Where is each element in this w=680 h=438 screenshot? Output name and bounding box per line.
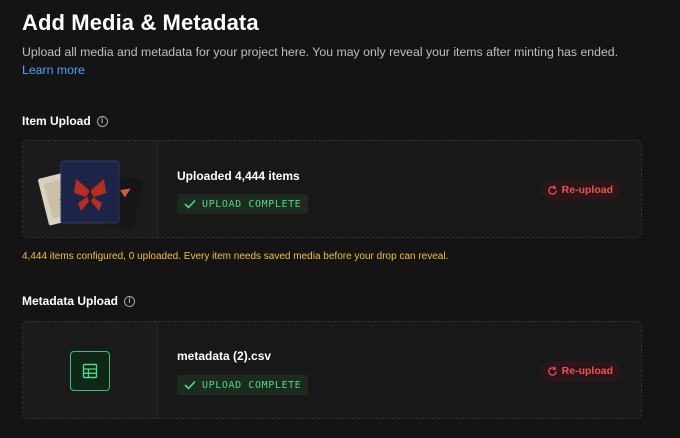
check-icon: [184, 380, 196, 390]
metadata-status-text: UPLOAD COMPLETE: [202, 379, 302, 391]
refresh-icon: [547, 185, 557, 195]
page-description: Upload all media and metadata for your p…: [22, 43, 642, 79]
description-text: Upload all media and metadata for your p…: [22, 45, 619, 59]
metadata-filename: metadata (2).csv: [177, 349, 272, 363]
info-icon[interactable]: i: [96, 115, 108, 127]
upload-warning-text: 4,444 items configured, 0 uploaded. Ever…: [22, 251, 449, 262]
metadata-upload-heading: Metadata Upload i: [22, 294, 136, 308]
metadata-status-badge: UPLOAD COMPLETE: [177, 375, 309, 395]
info-icon[interactable]: i: [124, 295, 136, 307]
check-icon: [184, 199, 196, 209]
metadata-upload-label: Metadata Upload: [22, 294, 119, 308]
metadata-reupload-button[interactable]: Re-upload: [540, 361, 621, 381]
item-reupload-label: Re-upload: [561, 184, 613, 196]
table-icon: [70, 351, 110, 391]
refresh-icon: [547, 366, 557, 376]
metadata-thumbnail: [23, 322, 158, 418]
items-uploaded-title: Uploaded 4,444 items: [177, 169, 300, 183]
item-preview-thumbnail: [23, 141, 158, 237]
metadata-upload-card: metadata (2).csv UPLOAD COMPLETE Re-uplo…: [22, 321, 642, 419]
item-reupload-button[interactable]: Re-upload: [540, 180, 621, 200]
upload-status-badge: UPLOAD COMPLETE: [177, 194, 309, 214]
learn-more-link[interactable]: Learn more: [22, 63, 85, 77]
item-upload-heading: Item Upload i: [22, 114, 108, 128]
nft-stack-image: [38, 160, 144, 230]
item-upload-label: Item Upload: [22, 114, 91, 128]
page-title: Add Media & Metadata: [22, 10, 259, 35]
item-upload-card: Uploaded 4,444 items UPLOAD COMPLETE Re-…: [22, 140, 642, 238]
upload-status-text: UPLOAD COMPLETE: [202, 198, 302, 210]
metadata-reupload-label: Re-upload: [561, 365, 613, 377]
